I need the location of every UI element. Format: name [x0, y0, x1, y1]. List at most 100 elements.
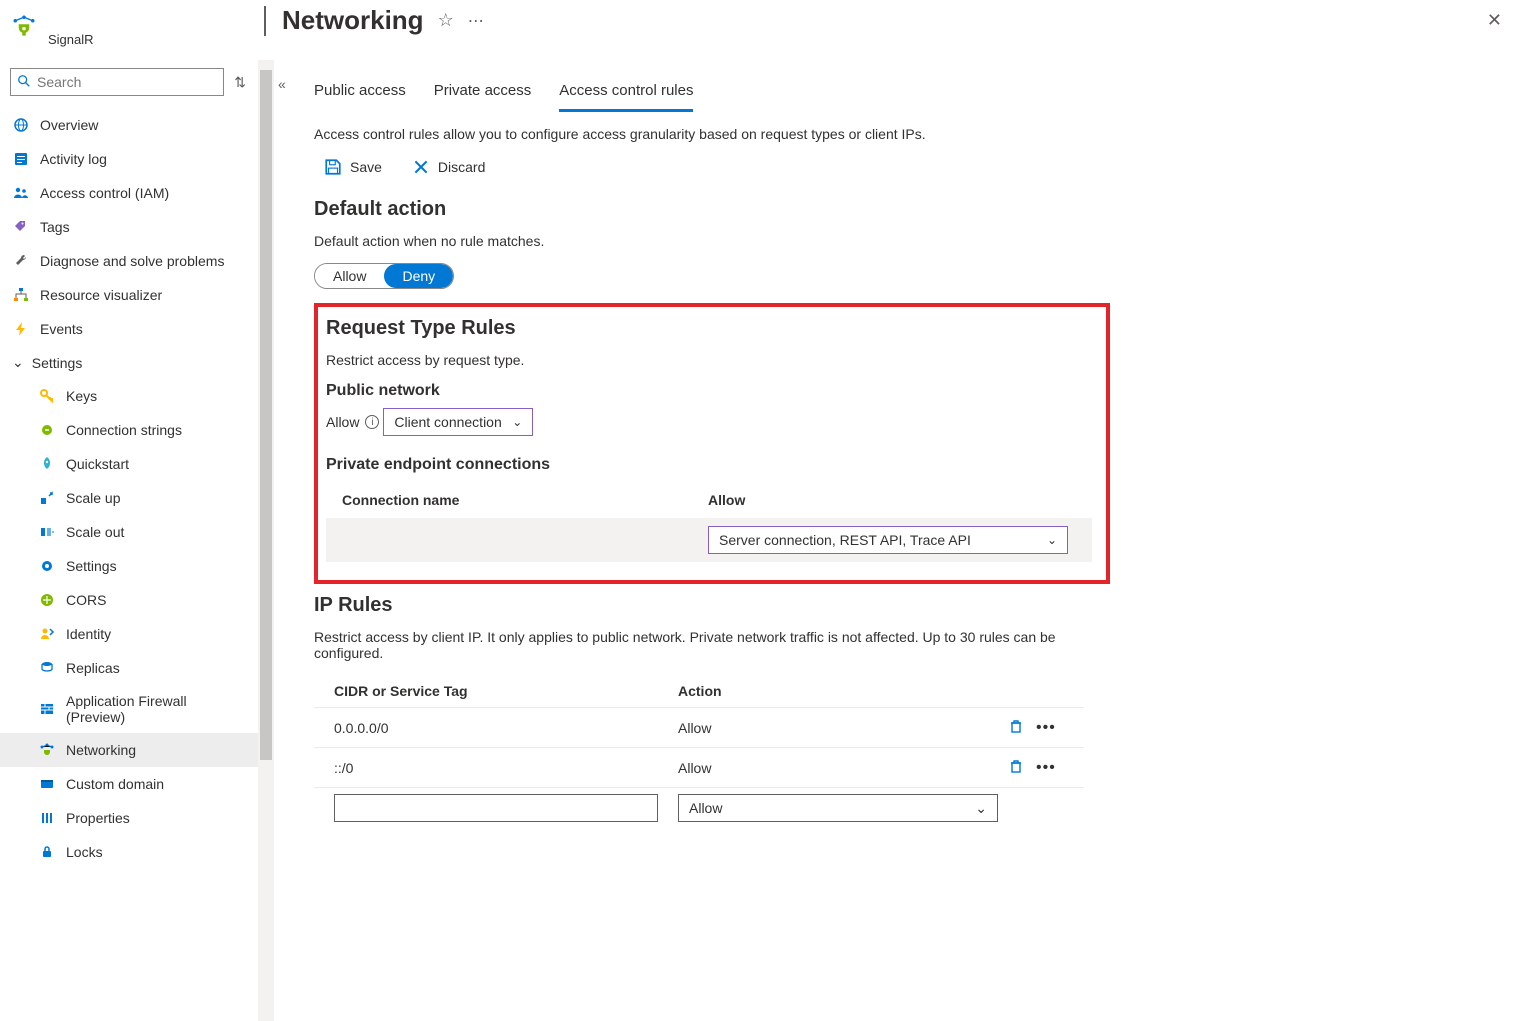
domain-icon [38, 775, 56, 793]
sidebar-item-properties[interactable]: Properties [0, 801, 258, 835]
sidebar-item-cors[interactable]: CORS [0, 583, 258, 617]
sidebar-item-label: Settings [66, 558, 117, 574]
sidebar-item-replicas[interactable]: Replicas [0, 651, 258, 685]
delete-rule-icon[interactable] [1008, 718, 1024, 737]
tabs: Public access Private access Access cont… [314, 76, 1506, 112]
sidebar-item-label: Scale out [66, 524, 124, 540]
command-bar: Save Discard [314, 154, 1506, 180]
default-action-heading: Default action [314, 198, 1506, 221]
discard-label: Discard [438, 159, 485, 175]
chevron-down-icon: ⌄ [12, 354, 24, 371]
ip-rule-row: ::/0 Allow ••• [314, 748, 1084, 788]
sidebar-item-label: Activity log [40, 151, 107, 167]
sidebar-item-connection-strings[interactable]: Connection strings [0, 413, 258, 447]
sidebar-item-label: Access control (IAM) [40, 185, 169, 201]
tab-access-control-rules[interactable]: Access control rules [559, 76, 693, 112]
rocket-icon [38, 455, 56, 473]
page-title: Networking [282, 5, 424, 36]
sidebar-item-label: Events [40, 321, 83, 337]
lightning-icon [12, 320, 30, 338]
sidebar-item-keys[interactable]: Keys [0, 379, 258, 413]
properties-icon [38, 809, 56, 827]
sidebar-item-access-control[interactable]: Access control (IAM) [0, 176, 258, 210]
private-allow-dropdown[interactable]: Server connection, REST API, Trace API ⌄ [708, 526, 1068, 554]
firewall-icon [38, 700, 56, 718]
sidebar-search[interactable] [10, 68, 224, 96]
discard-icon [412, 158, 430, 176]
sidebar-item-scale-out[interactable]: Scale out [0, 515, 258, 549]
resource-header: SignalR [0, 0, 258, 47]
default-action-allow[interactable]: Allow [315, 264, 384, 288]
tag-icon [12, 218, 30, 236]
sidebar-item-custom-domain[interactable]: Custom domain [0, 767, 258, 801]
sidebar-item-quickstart[interactable]: Quickstart [0, 447, 258, 481]
main-content: « Public access Private access Access co… [274, 60, 1536, 1021]
scrollbar-thumb[interactable] [260, 70, 272, 760]
ip-rule-cidr: 0.0.0.0/0 [334, 720, 678, 736]
ip-rule-action: Allow [678, 720, 1008, 736]
private-allow-value: Server connection, REST API, Trace API [719, 532, 971, 548]
chevron-down-icon: ⌄ [975, 800, 987, 817]
chevron-down-icon: ⌄ [1047, 533, 1057, 547]
discard-button[interactable]: Discard [406, 154, 491, 180]
public-allow-dropdown[interactable]: Client connection ⌄ [383, 408, 533, 436]
sidebar-item-app-firewall[interactable]: Application Firewall (Preview) [0, 685, 258, 733]
allow-label-text: Allow [326, 414, 359, 430]
ip-rule-cidr: ::/0 [334, 760, 678, 776]
close-blade-icon[interactable]: ✕ [1481, 4, 1508, 37]
sidebar-item-label: Locks [66, 844, 103, 860]
request-type-rules-heading: Request Type Rules [326, 317, 1092, 340]
favorite-star-icon[interactable]: ☆ [438, 10, 454, 31]
sidebar-item-label: Scale up [66, 490, 120, 506]
sidebar-item-events[interactable]: Events [0, 312, 258, 346]
scale-up-icon [38, 489, 56, 507]
chevron-down-icon: ⌄ [512, 415, 522, 429]
sidebar-item-label: Tags [40, 219, 70, 235]
content-scrollbar[interactable] [258, 60, 274, 1021]
sidebar-item-label: Networking [66, 742, 136, 758]
ip-rule-row: 0.0.0.0/0 Allow ••• [314, 708, 1084, 748]
sidebar-item-resource-visualizer[interactable]: Resource visualizer [0, 278, 258, 312]
tab-private-access[interactable]: Private access [434, 76, 532, 112]
sidebar-item-settings[interactable]: Settings [0, 549, 258, 583]
sidebar-expand-toggle-icon[interactable]: ⇅ [232, 74, 248, 91]
sidebar-group-label: Settings [32, 355, 83, 371]
new-rule-action-select[interactable]: Allow ⌄ [678, 794, 998, 822]
sidebar-item-diagnose[interactable]: Diagnose and solve problems [0, 244, 258, 278]
search-input[interactable] [37, 74, 217, 90]
sidebar-item-label: Replicas [66, 660, 120, 676]
info-icon[interactable]: i [365, 415, 379, 429]
sidebar-item-identity[interactable]: Identity [0, 617, 258, 651]
sidebar-group-settings[interactable]: ⌄ Settings [0, 346, 258, 379]
collapse-sidebar-icon[interactable]: « [278, 76, 286, 92]
save-icon [324, 158, 342, 176]
default-action-deny[interactable]: Deny [384, 264, 453, 288]
tab-public-access[interactable]: Public access [314, 76, 406, 112]
row-more-icon[interactable]: ••• [1036, 759, 1056, 777]
sidebar-item-networking[interactable]: Networking [0, 733, 258, 767]
save-button[interactable]: Save [318, 154, 388, 180]
sidebar-item-tags[interactable]: Tags [0, 210, 258, 244]
col-connection-name: Connection name [342, 492, 708, 508]
sidebar-item-label: Keys [66, 388, 97, 404]
sidebar-item-overview[interactable]: Overview [0, 108, 258, 142]
default-action-toggle[interactable]: Allow Deny [314, 263, 454, 289]
delete-rule-icon[interactable] [1008, 758, 1024, 777]
request-type-rules-highlight: Request Type Rules Restrict access by re… [314, 303, 1110, 584]
sidebar-item-locks[interactable]: Locks [0, 835, 258, 869]
networking-icon [38, 741, 56, 759]
visualizer-icon [12, 286, 30, 304]
new-rule-cidr-input[interactable] [334, 794, 658, 822]
tab-description: Access control rules allow you to config… [314, 126, 1506, 142]
more-actions-icon[interactable]: ⋯ [468, 11, 485, 31]
sidebar: ⇅ Overview Activity log Access control (… [0, 60, 258, 1021]
sidebar-item-label: Connection strings [66, 422, 182, 438]
sidebar-item-activity-log[interactable]: Activity log [0, 142, 258, 176]
signalr-service-icon [10, 12, 38, 40]
sidebar-item-scale-up[interactable]: Scale up [0, 481, 258, 515]
ip-rules-table: CIDR or Service Tag Action 0.0.0.0/0 All… [314, 675, 1084, 828]
resource-type-label: SignalR [48, 32, 94, 47]
title-divider [264, 6, 266, 36]
row-more-icon[interactable]: ••• [1036, 719, 1056, 737]
public-allow-value: Client connection [394, 414, 501, 430]
